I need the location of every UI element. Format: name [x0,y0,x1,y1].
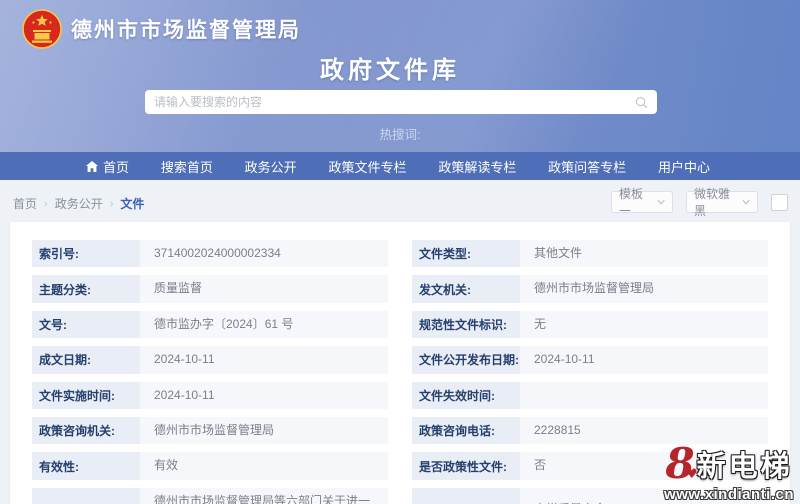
nav-item-policy-qa[interactable]: 政策问答专栏 [548,157,626,176]
table-row: 成文日期: 2024-10-11 文件公开发布日期: 2024-10-11 [32,346,768,374]
template-select-value: 模板一 [619,187,644,218]
field-value: 德州市市场监督管理局等六部门关于进一步加强电梯质量安全工作的通知 [140,487,388,504]
table-row: 文件实施时间: 2024-10-11 文件失效时间: [32,381,768,409]
field-label: 索引号: [32,240,140,268]
field-value: 2024-10-11 [520,346,768,374]
breadcrumb-separator: › [44,197,48,210]
field-label: 发文机关: [412,275,520,303]
table-row: 文件标题: 德州市市场监督管理局等六部门关于进一步加强电梯质量安全工作的通知 关… [32,487,768,504]
nav-item-label: 搜索首页 [160,159,213,175]
nav-item-user-center[interactable]: 用户中心 [658,157,710,176]
search-input[interactable] [154,95,635,109]
field-value: 德州市市场监督管理局 [520,275,768,303]
nav-item-label: 政策解读专栏 [438,159,517,175]
field-consult-agency: 政策咨询机关: 德州市市场监督管理局 [32,416,388,445]
chevron-down-icon [742,199,750,205]
field-value: 电梯质量安全 [520,487,768,504]
national-emblem-icon [22,9,62,49]
breadcrumb-current-files: 文件 [120,197,145,211]
field-label: 关键词: [412,487,520,504]
search-box [145,90,657,114]
field-label: 文件失效时间: [412,381,520,409]
field-value: 无 [520,310,768,339]
agency-brand: 德州市市场监督管理局 [22,9,301,49]
field-label: 文件公开发布日期: [412,346,520,374]
table-row: 索引号: 3714002024000002334 文件类型: 其他文件 [32,240,768,268]
nav-item-label: 政务公开 [244,159,297,175]
field-publish-date: 文件公开发布日期: 2024-10-11 [412,346,768,374]
nav-item-search-home[interactable]: 搜索首页 [161,157,213,176]
view-option-checkbox[interactable] [771,193,788,211]
field-index-number: 索引号: 3714002024000002334 [32,240,388,268]
nav-item-gov-disclosure[interactable]: 政务公开 [245,157,297,176]
field-normative-flag: 规范性文件标识: 无 [412,310,768,339]
home-icon [86,160,98,172]
field-consult-phone: 政策咨询电话: 2228815 [412,416,768,445]
field-label: 文号: [32,310,140,339]
page-header: 德州市市场监督管理局 政府文件库 热搜词: [0,0,800,152]
page-title: 政府文件库 [320,57,460,84]
nav-item-policy-files[interactable]: 政策文件专栏 [328,157,406,176]
field-label: 文件标题: [32,487,140,504]
chevron-down-icon [657,199,665,205]
field-document-title: 文件标题: 德州市市场监督管理局等六部门关于进一步加强电梯质量安全工作的通知 [32,487,388,504]
field-value: 其他文件 [520,240,768,268]
field-is-policy-file: 是否政策性文件: 否 [412,452,768,480]
table-row: 主题分类: 质量监督 发文机关: 德州市市场监督管理局 [32,275,768,303]
field-value: 德州市市场监督管理局 [140,416,388,445]
field-value: 否 [520,452,768,480]
field-value: 有效 [140,452,388,480]
field-value: 质量监督 [140,275,388,303]
field-validity: 有效性: 有效 [32,452,388,480]
agency-name: 德州市市场监督管理局 [71,19,301,42]
nav-item-label: 政策文件专栏 [328,159,407,175]
main-nav: 首页 搜索首页 政务公开 政策文件专栏 政策解读专栏 政策问答专栏 用户中心 [0,152,800,180]
field-label: 有效性: [32,452,140,480]
field-label: 主题分类: [32,275,140,303]
field-label: 政策咨询机关: [32,416,140,445]
field-expiry-date: 文件失效时间: [412,381,768,409]
field-value: 2228815 [520,416,768,445]
font-select-value: 微软雅黑 [694,187,731,218]
field-value [520,381,768,409]
font-select[interactable]: 微软雅黑 [686,187,758,218]
template-select[interactable]: 模板一 [611,187,673,218]
nav-item-policy-interpretation[interactable]: 政策解读专栏 [438,157,516,176]
field-label: 成文日期: [32,346,140,374]
breadcrumb-gov-disclosure[interactable]: 政务公开 [55,195,103,212]
field-label: 是否政策性文件: [412,452,520,480]
search-icon[interactable] [635,96,648,109]
table-row: 有效性: 有效 是否政策性文件: 否 [32,452,768,480]
toolbar-row: 首页 › 政务公开 › 文件 模板一 微软雅黑 [0,187,800,218]
field-label: 政策咨询电话: [412,416,520,445]
breadcrumb-separator: › [109,197,114,210]
nav-item-label: 首页 [103,159,130,175]
field-document-number: 文号: 德市监办字〔2024〕61 号 [32,310,388,339]
field-effective-date: 文件实施时间: 2024-10-11 [32,381,388,409]
field-topic-category: 主题分类: 质量监督 [32,275,388,303]
field-written-date: 成文日期: 2024-10-11 [32,346,388,374]
document-details-panel: 索引号: 3714002024000002334 文件类型: 其他文件 主题分类… [10,222,790,504]
breadcrumb-home[interactable]: 首页 [13,195,37,212]
table-row: 政策咨询机关: 德州市市场监督管理局 政策咨询电话: 2228815 [32,416,768,445]
field-label: 文件类型: [412,240,520,268]
field-value: 2024-10-11 [140,346,388,374]
field-issuing-agency: 发文机关: 德州市市场监督管理局 [412,275,768,303]
field-label: 文件实施时间: [32,381,140,409]
field-file-type: 文件类型: 其他文件 [412,240,768,268]
field-keywords: 关键词: 电梯质量安全 [412,487,768,504]
nav-item-label: 用户中心 [657,159,710,175]
view-controls: 模板一 微软雅黑 [611,187,788,218]
nav-item-home[interactable]: 首页 [86,157,129,176]
field-value: 3714002024000002334 [140,240,388,268]
breadcrumb: 首页 › 政务公开 › 文件 [13,195,144,212]
table-row: 文号: 德市监办字〔2024〕61 号 规范性文件标识: 无 [32,310,768,339]
field-label: 规范性文件标识: [412,310,520,339]
field-value: 2024-10-11 [140,381,388,409]
hot-words-label: 热搜词: [379,128,421,142]
nav-item-label: 政策问答专栏 [548,159,627,175]
field-value: 德市监办字〔2024〕61 号 [140,310,388,339]
